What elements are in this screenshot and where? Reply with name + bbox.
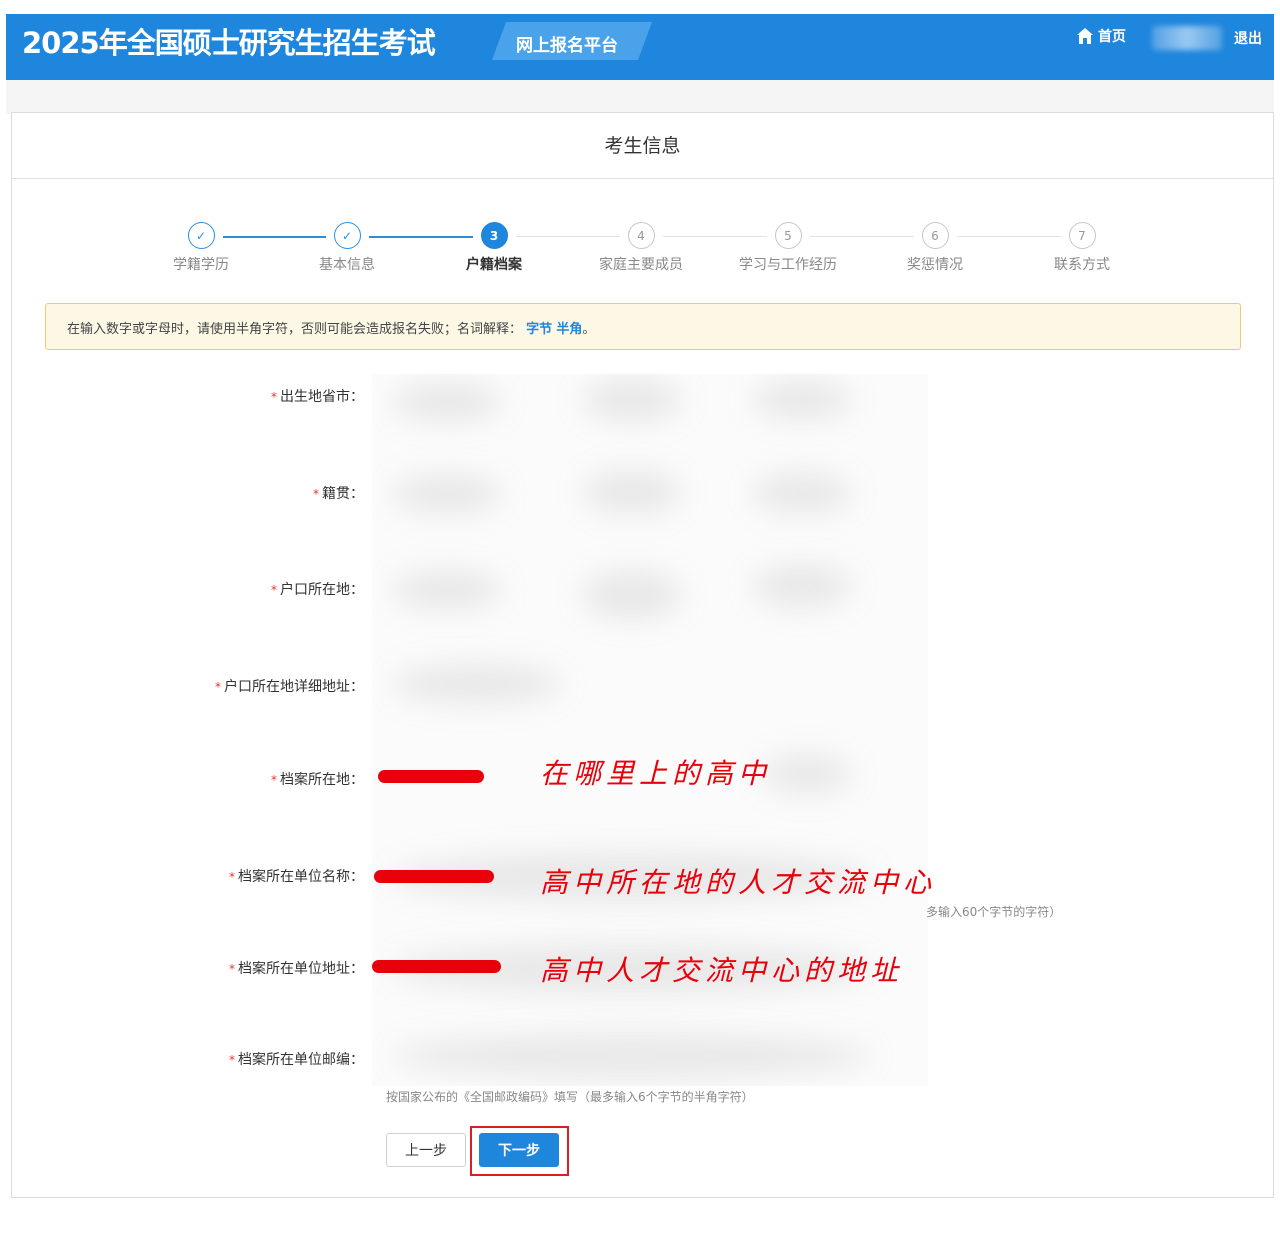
archive-location-label: * 档案所在地： xyxy=(271,769,364,789)
step-2-marker: ✓ xyxy=(333,222,361,249)
step-6-label: 奖惩情况 xyxy=(907,257,963,273)
blur-patch xyxy=(762,754,852,794)
archive-unit-address-label: * 档案所在单位地址： xyxy=(229,958,364,978)
birthplace-label-text: 出生地省市： xyxy=(280,389,364,405)
logout-link[interactable]: 退出 xyxy=(1234,28,1262,48)
native-place-label-text: 籍贯： xyxy=(322,486,364,502)
hukou-detail-label: * 户口所在地详细地址： xyxy=(215,676,364,696)
annotation-marker xyxy=(372,960,501,973)
step-5-label: 学习与工作经历 xyxy=(739,257,837,273)
byte-definition-link[interactable]: 字节 xyxy=(526,322,552,337)
step-4-marker: 4 xyxy=(627,222,655,249)
half-width-definition-link[interactable]: 半角 xyxy=(556,322,582,337)
birthplace-label: * 出生地省市： xyxy=(271,386,364,406)
blur-patch xyxy=(392,474,502,514)
step-1-marker: ✓ xyxy=(187,222,215,249)
home-link-label: 首页 xyxy=(1098,29,1126,45)
postcode-hint: 按国家公布的《全国邮政编码》填写（最多输入6个字节的半角字符） xyxy=(386,1090,754,1104)
header-spacer xyxy=(6,80,1274,114)
notice-message: 在输入数字或字母时，请使用半角字符，否则可能会造成报名失败；名词解释： xyxy=(67,322,523,337)
blur-patch xyxy=(392,1034,872,1078)
archive-unit-name-label-text: 档案所在单位名称： xyxy=(238,869,364,885)
half-width-notice: 在输入数字或字母时，请使用半角字符，否则可能会造成报名失败；名词解释： 字节 半… xyxy=(45,303,1241,350)
annotation-archive-unit-name: 高中所在地的人才交流中心 xyxy=(540,866,937,899)
annotation-archive-unit-address: 高中人才交流中心的地址 xyxy=(540,954,904,987)
step-1-label: 学籍学历 xyxy=(173,257,229,273)
required-mark: * xyxy=(215,680,221,694)
required-mark: * xyxy=(229,962,235,976)
step-connector xyxy=(515,236,620,237)
step-3-label: 户籍档案 xyxy=(466,257,522,273)
blur-patch xyxy=(752,472,852,514)
archive-location-label-text: 档案所在地： xyxy=(280,772,364,788)
step-connector xyxy=(662,236,767,237)
username-blurred xyxy=(1152,26,1222,50)
blur-patch xyxy=(392,664,562,704)
site-title: 2025年全国硕士研究生招生考试 xyxy=(22,26,436,60)
top-header: 2025年全国硕士研究生招生考试 网上报名平台 首页 退出 xyxy=(6,14,1274,80)
required-mark: * xyxy=(271,773,277,787)
previous-step-button[interactable]: 上一步 xyxy=(386,1133,466,1167)
unit-name-hint: 多输入60个字节的字符） xyxy=(926,905,1062,919)
step-connector xyxy=(222,236,326,238)
home-link[interactable]: 首页 xyxy=(1076,26,1126,46)
required-mark: * xyxy=(313,487,319,501)
next-step-button[interactable]: 下一步 xyxy=(479,1133,559,1167)
step-connector xyxy=(956,236,1061,237)
step-connector xyxy=(809,236,914,237)
home-icon xyxy=(1077,28,1093,44)
step-3-marker: 3 xyxy=(480,222,508,249)
step-4-label: 家庭主要成员 xyxy=(599,257,683,273)
notice-text: 在输入数字或字母时，请使用半角字符，否则可能会造成报名失败；名词解释： 字节 半… xyxy=(67,318,595,337)
blur-patch xyxy=(392,382,502,422)
platform-tag-label: 网上报名平台 xyxy=(516,36,618,56)
panel-title: 考生信息 xyxy=(12,113,1273,179)
required-mark: * xyxy=(271,583,277,597)
step-6-marker: 6 xyxy=(921,222,949,249)
notice-end: 。 xyxy=(582,322,596,337)
annotation-archive-location: 在哪里上的高中 xyxy=(540,757,772,790)
platform-tag: 网上报名平台 xyxy=(492,22,652,60)
required-mark: * xyxy=(229,870,235,884)
step-connector xyxy=(368,236,473,238)
blur-patch xyxy=(392,570,502,610)
annotation-marker xyxy=(378,770,484,783)
required-mark: * xyxy=(229,1053,235,1067)
archive-unit-name-label: * 档案所在单位名称： xyxy=(229,866,364,886)
archive-unit-address-label-text: 档案所在单位地址： xyxy=(238,961,364,977)
required-mark: * xyxy=(271,390,277,404)
archive-unit-postcode-label: * 档案所在单位邮编： xyxy=(229,1049,364,1069)
hukou-detail-label-text: 户口所在地详细地址： xyxy=(224,679,364,695)
step-7-marker: 7 xyxy=(1068,222,1096,249)
step-7-label: 联系方式 xyxy=(1054,257,1110,273)
blur-patch xyxy=(582,570,682,620)
annotation-marker xyxy=(374,870,494,883)
archive-unit-postcode-label-text: 档案所在单位邮编： xyxy=(238,1052,364,1068)
blur-patch xyxy=(582,378,682,422)
native-place-label: * 籍贯： xyxy=(313,483,364,503)
blur-patch xyxy=(582,470,682,514)
step-5-marker: 5 xyxy=(774,222,802,249)
hukou-label-text: 户口所在地： xyxy=(280,582,364,598)
blur-patch xyxy=(752,380,852,420)
hukou-label: * 户口所在地： xyxy=(271,579,364,599)
step-2-label: 基本信息 xyxy=(319,257,375,273)
blur-patch xyxy=(752,564,852,608)
